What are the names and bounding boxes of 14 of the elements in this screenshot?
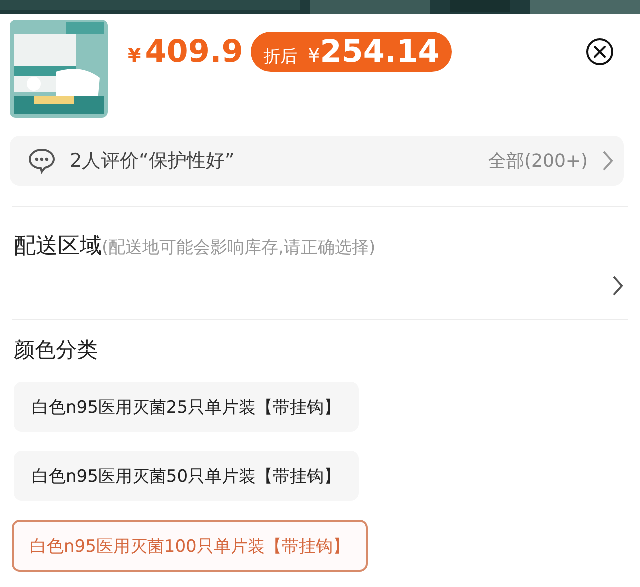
delivery-area-title: 配送区域 [14,234,102,259]
option-chip[interactable]: 白色n95医用灭菌25只单片装【带挂钩】 [14,382,360,432]
option-chip[interactable]: 白色n95医用灭菌50只单片装【带挂钩】 [14,451,360,501]
close-icon[interactable] [586,38,614,66]
chevron-right-icon [602,150,614,172]
discount-price-badge: 折后 ¥254.14 [251,32,452,72]
review-bar[interactable]: 2人评价“保护性好” 全部(200+) [10,136,624,186]
chat-bubble-icon [28,148,56,174]
color-category-title: 颜色分类 [14,337,99,364]
review-summary: 2人评价“保护性好” [70,149,235,174]
price: ¥409.9 [128,34,244,70]
all-reviews-count: 全部(200+) [488,150,588,173]
chevron-right-icon[interactable] [612,275,624,297]
delivery-hint: (配送地可能会影响库存,请正确选择) [102,238,376,258]
